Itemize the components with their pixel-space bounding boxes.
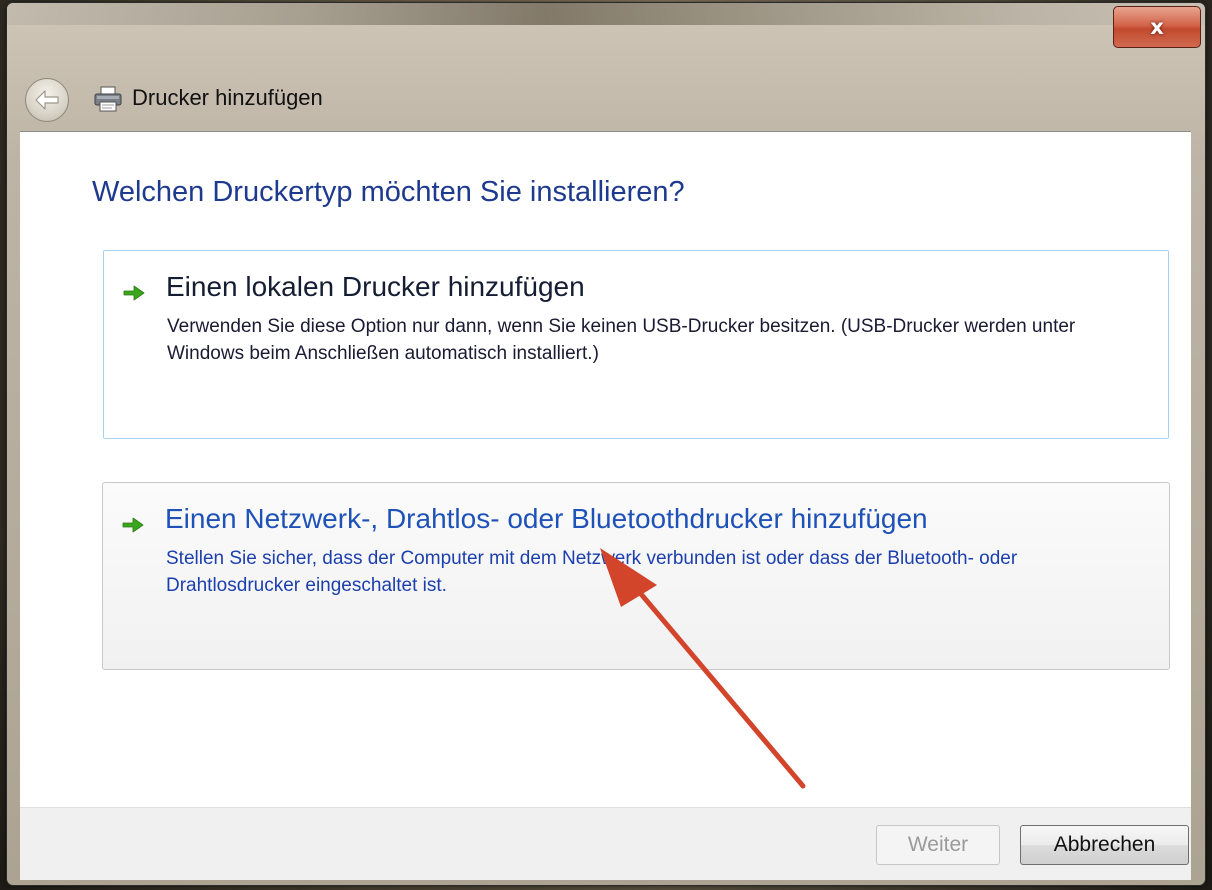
option-local-printer-description: Verwenden Sie diese Option nur dann, wen… <box>167 316 1076 364</box>
printer-icon <box>94 86 122 112</box>
option-network-printer-description: Stellen Sie sicher, dass der Computer mi… <box>166 548 1018 596</box>
back-arrow-icon <box>35 90 59 110</box>
back-button[interactable] <box>25 78 69 122</box>
option-network-printer[interactable]: Einen Netzwerk-, Drahtlos- oder Bluetoot… <box>102 482 1170 670</box>
cancel-button[interactable]: Abbrechen <box>1020 825 1189 865</box>
option-local-printer[interactable]: Einen lokalen Drucker hinzufügen Verwend… <box>103 250 1169 439</box>
dialog-footer: Weiter Abbrechen <box>20 807 1191 880</box>
next-button[interactable]: Weiter <box>876 825 1000 865</box>
add-printer-dialog: x Drucker hinzufügen Welchen Druckertyp … <box>6 2 1206 886</box>
dialog-content: Welchen Druckertyp möchten Sie installie… <box>20 131 1191 808</box>
option-local-printer-title: Einen lokalen Drucker hinzufügen <box>166 271 585 302</box>
page-title: Welchen Druckertyp möchten Sie installie… <box>92 176 685 208</box>
close-icon: x <box>1150 14 1164 39</box>
blurred-background-strip <box>7 3 1205 25</box>
green-arrow-icon <box>122 517 144 533</box>
window-title: Drucker hinzufügen <box>132 85 323 110</box>
close-button[interactable]: x <box>1113 6 1201 48</box>
green-arrow-icon <box>123 285 145 301</box>
option-network-printer-title: Einen Netzwerk-, Drahtlos- oder Bluetoot… <box>165 503 928 534</box>
